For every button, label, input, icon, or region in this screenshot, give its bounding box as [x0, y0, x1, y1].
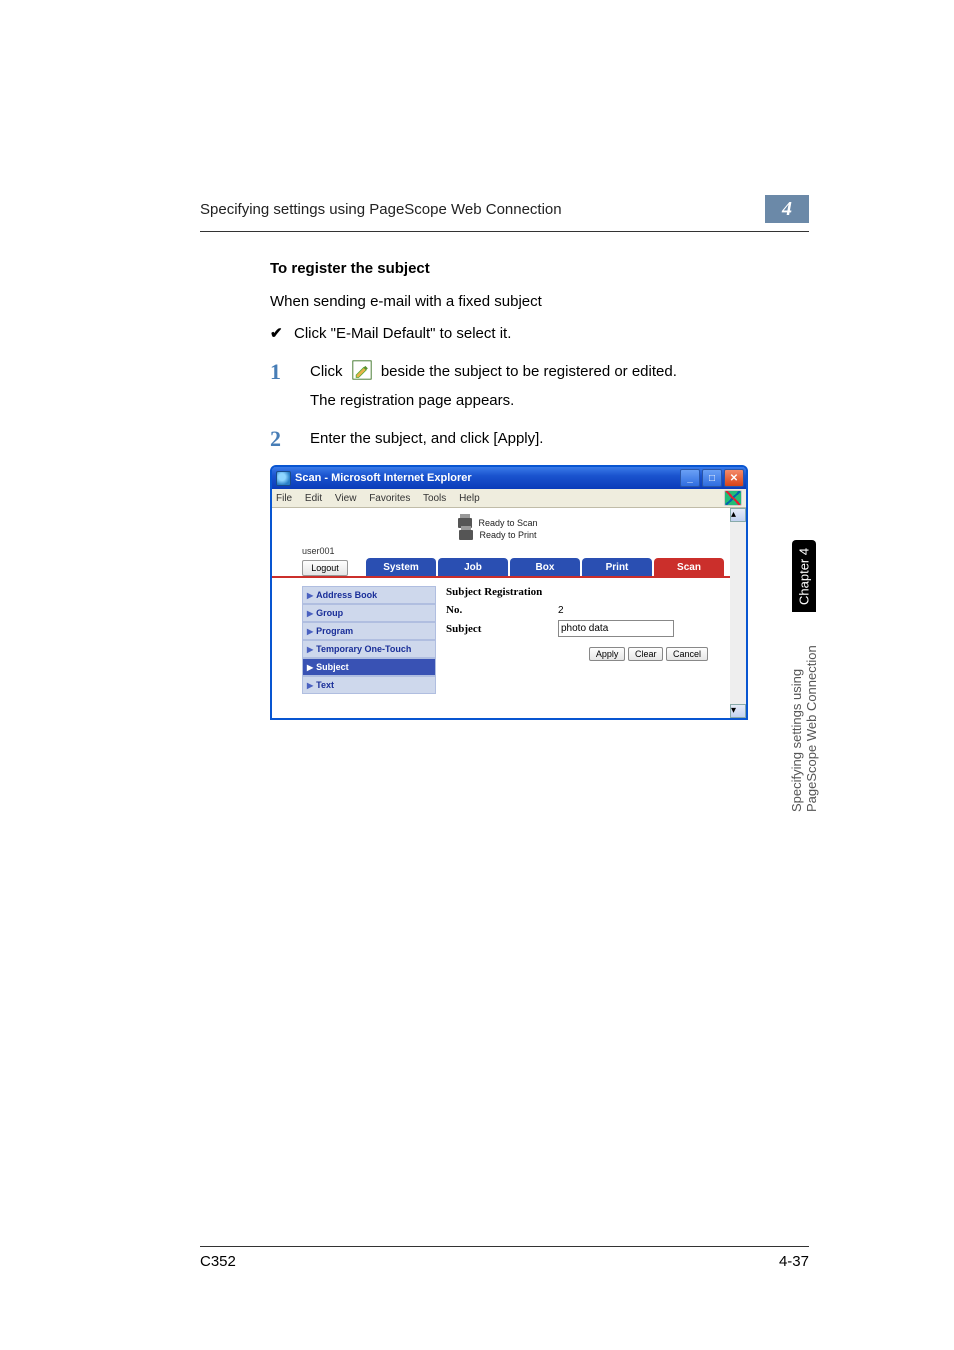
menubar: File Edit View Favorites Tools Help — [272, 489, 746, 508]
menu-tools[interactable]: Tools — [423, 493, 446, 504]
step-1-body: Click beside the subject to be registere… — [310, 360, 677, 384]
chapter-box: 4 — [765, 195, 809, 223]
apply-button[interactable]: Apply — [589, 647, 626, 661]
clear-button[interactable]: Clear — [628, 647, 664, 661]
minimize-button[interactable]: _ — [680, 469, 700, 487]
intro-text: When sending e-mail with a fixed subject — [270, 291, 809, 312]
tab-print[interactable]: Print — [582, 558, 652, 576]
tab-scan[interactable]: Scan — [654, 558, 724, 576]
cancel-button[interactable]: Cancel — [666, 647, 708, 661]
window-title: Scan - Microsoft Internet Explorer — [295, 472, 472, 484]
sidebar-item-program[interactable]: ▶Program — [302, 622, 436, 640]
check-text: Click "E-Mail Default" to select it. — [294, 325, 511, 342]
thumb-tab-chapter: Chapter 4 — [792, 540, 816, 612]
sidebar-item-group[interactable]: ▶Group — [302, 604, 436, 622]
scroll-up-button[interactable]: ▴ — [730, 508, 746, 522]
tab-job[interactable]: Job — [438, 558, 508, 576]
check-icon: ✔ — [270, 324, 294, 342]
menu-favorites[interactable]: Favorites — [369, 493, 410, 504]
label-subject: Subject — [446, 623, 558, 635]
menu-edit[interactable]: Edit — [305, 493, 322, 504]
thumb-tab-title: Specifying settings using PageScope Web … — [792, 612, 816, 820]
pencil-icon — [351, 360, 373, 380]
username: user001 — [302, 546, 335, 556]
scroll-down-button[interactable]: ▾ — [730, 704, 746, 718]
printer-icon — [459, 530, 473, 540]
menu-file[interactable]: File — [276, 493, 292, 504]
footer-page: 4-37 — [779, 1253, 809, 1270]
subject-input[interactable] — [558, 620, 674, 637]
thumb-tab: Chapter 4 Specifying settings using Page… — [792, 540, 816, 820]
label-no: No. — [446, 604, 558, 616]
sidebar-item-subject[interactable]: ▶Subject — [302, 658, 436, 676]
header-rule — [200, 231, 809, 232]
section-title: To register the subject — [270, 260, 809, 277]
step-2-body: Enter the subject, and click [Apply]. — [310, 427, 543, 451]
sidebar-item-temporary-one-touch[interactable]: ▶Temporary One-Touch — [302, 640, 436, 658]
status-print: Ready to Print — [479, 530, 536, 540]
step-1-sub: The registration page appears. — [310, 392, 809, 409]
footer: C352 4-37 — [200, 1246, 809, 1270]
sidebar: ▶Address Book ▶Group ▶Program ▶Temporary… — [302, 586, 436, 694]
footer-model: C352 — [200, 1253, 236, 1270]
close-button[interactable]: ✕ — [724, 469, 744, 487]
form-panel: Subject Registration No. 2 Subject Apply… — [446, 586, 718, 694]
status-scan: Ready to Scan — [478, 518, 537, 528]
menu-help[interactable]: Help — [459, 493, 480, 504]
browser-window: Scan - Microsoft Internet Explorer _ □ ✕… — [270, 465, 748, 720]
titlebar: Scan - Microsoft Internet Explorer _ □ ✕ — [272, 467, 746, 489]
menu-view[interactable]: View — [335, 493, 357, 504]
step-number-2: 2 — [270, 427, 310, 451]
step-number-1: 1 — [270, 360, 310, 384]
running-head: Specifying settings using PageScope Web … — [200, 201, 562, 218]
sidebar-item-address-book[interactable]: ▶Address Book — [302, 586, 436, 604]
logout-button[interactable]: Logout — [302, 560, 348, 576]
prerequisite-line: ✔Click "E-Mail Default" to select it. — [270, 324, 809, 342]
ie-icon — [276, 471, 291, 486]
value-no: 2 — [558, 605, 564, 616]
panel-title: Subject Registration — [446, 586, 718, 598]
tab-box[interactable]: Box — [510, 558, 580, 576]
sidebar-item-text[interactable]: ▶Text — [302, 676, 436, 694]
tab-system[interactable]: System — [366, 558, 436, 576]
windows-flag-icon — [724, 490, 742, 506]
maximize-button[interactable]: □ — [702, 469, 722, 487]
